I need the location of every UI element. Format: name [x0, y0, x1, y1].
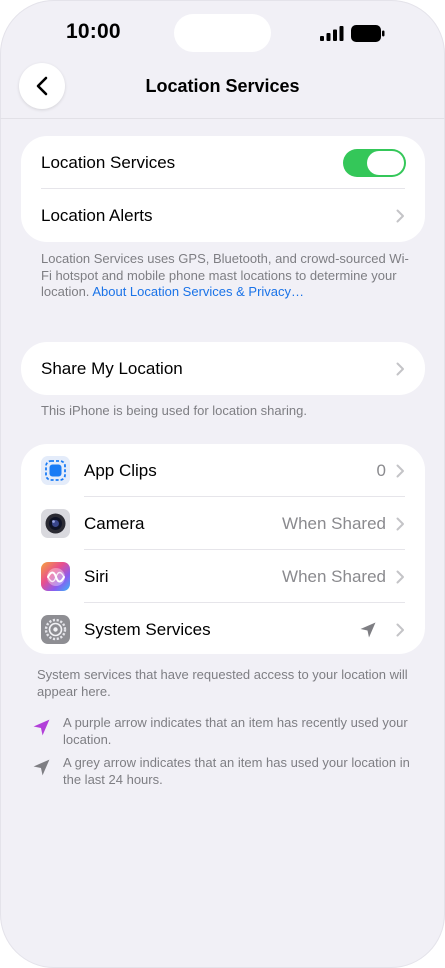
navigation-bar: Location Services — [0, 60, 445, 119]
system-services-footer: System services that have requested acce… — [37, 667, 408, 699]
location-services-toggle[interactable] — [343, 148, 406, 177]
app-permission-value: When Shared — [282, 513, 386, 533]
share-my-location-row[interactable]: Share My Location — [21, 342, 425, 395]
grey-location-arrow-icon — [33, 759, 50, 776]
dynamic-island — [174, 14, 271, 52]
toggle-knob — [367, 150, 404, 175]
chevron-right-icon — [396, 623, 404, 636]
chevron-right-icon — [396, 464, 404, 477]
chevron-right-icon — [396, 517, 404, 530]
phone-screen: 10:00 Location Services Location Service… — [0, 0, 445, 968]
location-arrow-icon — [360, 622, 376, 637]
share-location-card: Share My Location — [21, 342, 425, 395]
app-clips-icon — [41, 456, 70, 485]
about-location-privacy-link[interactable]: About Location Services & Privacy… — [92, 284, 304, 299]
battery-icon — [351, 25, 385, 42]
location-alerts-row[interactable]: Location Alerts — [21, 189, 425, 242]
app-row-camera[interactable]: Camera When Shared — [21, 497, 425, 550]
chevron-right-icon — [396, 570, 404, 583]
purple-location-arrow-icon — [33, 719, 50, 736]
chevron-right-icon — [396, 362, 404, 375]
app-permission-value: When Shared — [282, 566, 386, 586]
location-sharing-footer: This iPhone is being used for location s… — [41, 403, 307, 418]
location-services-label: Location Services — [41, 152, 176, 172]
share-my-location-label: Share My Location — [41, 358, 183, 378]
camera-icon — [41, 509, 70, 538]
location-services-card: Location Services Location Alerts — [21, 136, 425, 242]
page-title: Location Services — [145, 76, 300, 96]
app-label: Siri — [84, 566, 109, 586]
siri-icon — [41, 562, 70, 591]
settings-gear-icon — [41, 615, 70, 644]
cellular-signal-icon — [320, 26, 344, 41]
app-label: System Services — [84, 619, 211, 639]
app-permission-value: 0 — [376, 460, 386, 480]
location-services-footer: Location Services uses GPS, Bluetooth, a… — [41, 251, 411, 301]
apps-card: App Clips 0 Camera When Shared Siri When… — [21, 444, 425, 654]
app-row-app-clips[interactable]: App Clips 0 — [21, 444, 425, 497]
app-row-system-services[interactable]: System Services — [21, 603, 425, 654]
location-alerts-label: Location Alerts — [41, 205, 153, 225]
chevron-right-icon — [396, 209, 404, 222]
purple-arrow-legend: A purple arrow indicates that an item ha… — [63, 715, 408, 747]
app-label: App Clips — [84, 460, 157, 480]
status-bar: 10:00 — [0, 0, 445, 64]
status-time: 10:00 — [66, 20, 121, 43]
grey-arrow-legend: A grey arrow indicates that an item has … — [63, 755, 410, 787]
app-row-siri[interactable]: Siri When Shared — [21, 550, 425, 603]
app-label: Camera — [84, 513, 145, 533]
location-services-row[interactable]: Location Services — [21, 136, 425, 189]
